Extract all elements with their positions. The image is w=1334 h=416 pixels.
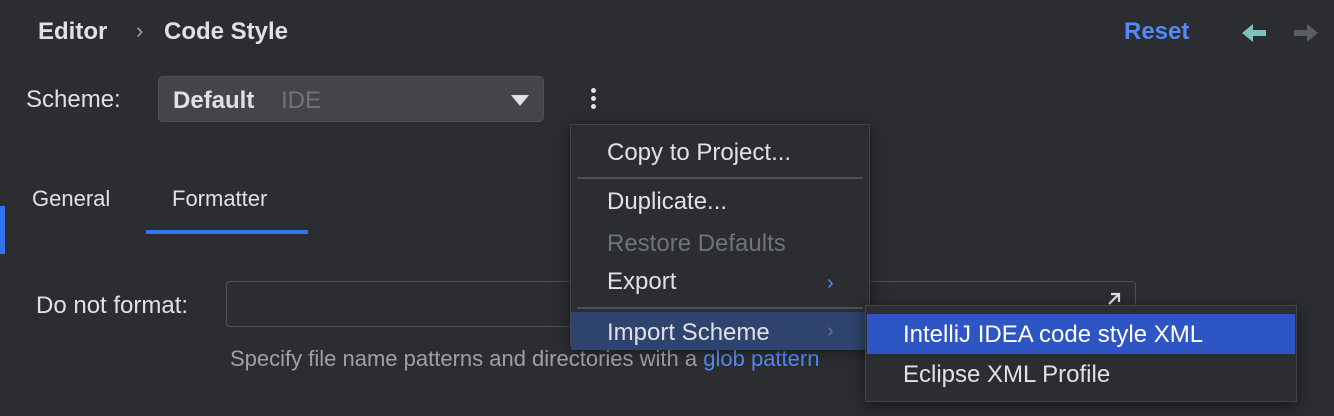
back-button[interactable] [1240,20,1270,46]
arrow-right-icon [1294,24,1318,42]
menu-item-duplicate[interactable]: Duplicate... [607,188,727,216]
tab-general[interactable]: General [32,186,110,212]
menu-item-copy-to-project[interactable]: Copy to Project... [607,139,791,167]
menu-item-restore-defaults: Restore Defaults [607,230,786,257]
breadcrumb-separator: › [136,18,144,43]
tab-formatter[interactable]: Formatter [172,186,267,212]
submenu-item-intellij-xml[interactable]: IntelliJ IDEA code style XML [867,314,1295,354]
menu-item-export[interactable]: Export [607,268,676,296]
scheme-name: Default [173,87,255,114]
forward-button[interactable] [1290,20,1320,46]
left-selection-indicator [0,206,5,254]
scheme-label: Scheme: [26,86,121,113]
tab-selected-indicator [146,230,308,234]
scheme-actions-menu: Copy to Project... Duplicate... Restore … [570,124,870,350]
page-title: Code Style [164,18,289,45]
submenu-item-eclipse-xml[interactable]: Eclipse XML Profile [867,354,1295,394]
arrow-left-icon [1242,24,1266,42]
import-scheme-submenu: IntelliJ IDEA code style XML Eclipse XML… [865,305,1297,402]
scheme-dropdown[interactable]: Default IDE [158,76,544,122]
menu-separator [577,177,863,179]
scheme-tag: IDE [281,87,322,114]
chevron-right-icon: › [827,320,834,342]
chevron-right-icon: › [827,272,834,294]
menu-item-import-scheme[interactable]: Import Scheme › [571,312,869,350]
submenu-item-label: IntelliJ IDEA code style XML [903,321,1204,348]
submenu-item-label: Eclipse XML Profile [903,361,1111,388]
menu-item-import-scheme-label: Import Scheme [607,319,770,346]
menu-separator [577,307,863,309]
breadcrumb-editor[interactable]: Editor [38,18,107,46]
more-actions-icon[interactable] [582,86,604,116]
chevron-down-icon [511,95,529,106]
do-not-format-label: Do not format: [36,292,189,319]
reset-button[interactable]: Reset [1124,18,1189,46]
